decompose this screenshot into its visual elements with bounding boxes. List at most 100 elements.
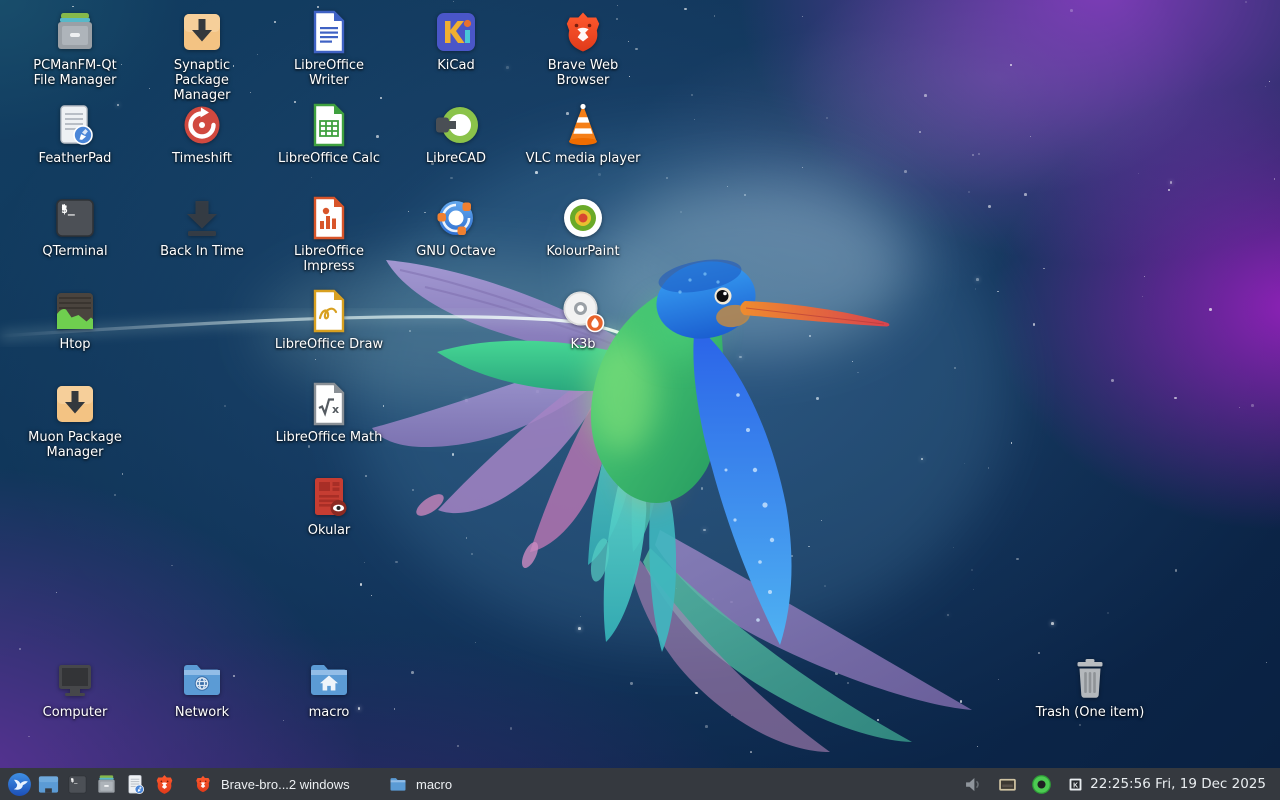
folder-home-icon — [305, 655, 353, 703]
icon-label: Okular — [308, 524, 351, 539]
brave-icon — [559, 8, 607, 56]
icon-label: Brave Web Browser — [548, 59, 618, 89]
icon-label: KolourPaint — [546, 245, 619, 260]
taskbar-window-brave-button[interactable]: Brave-bro...2 windows — [186, 769, 374, 799]
desktop-icon-gnu-octave[interactable]: GNU Octave — [392, 194, 520, 260]
tray-recorder-icon[interactable] — [1029, 772, 1053, 796]
icon-label: LibreCAD — [426, 152, 486, 167]
folder-plain-icon — [388, 774, 408, 794]
lubuntu-menu-icon — [7, 772, 32, 797]
desktop-icon-featherpad[interactable]: FeatherPad — [11, 101, 139, 167]
taskbar-launch-featherpad-button[interactable] — [121, 769, 150, 799]
desktop-icon-kicad[interactable]: KiCad — [392, 8, 520, 74]
icon-label: KiCad — [437, 59, 474, 74]
icon-label: FeatherPad — [39, 152, 112, 167]
featherpad-icon — [124, 773, 147, 796]
desktop-icon-libreoffice-writer[interactable]: LibreOffice Writer — [265, 8, 393, 89]
computer-icon — [51, 655, 99, 703]
tray-keyboard-indicator-icon[interactable] — [1063, 772, 1087, 796]
qterminal-icon — [51, 194, 99, 242]
icon-label: LibreOffice Math — [276, 431, 383, 446]
keyboard-k-icon — [1068, 777, 1083, 792]
icon-label: QTerminal — [42, 245, 107, 260]
taskbar-show-desktop-button[interactable] — [34, 769, 63, 799]
taskbar-application-menu-button[interactable] — [5, 769, 34, 799]
trash-icon — [1066, 655, 1114, 703]
brave-icon — [153, 773, 176, 796]
window-title: Brave-bro...2 windows — [221, 777, 350, 792]
taskbar-window-macro-button[interactable]: macro — [381, 769, 569, 799]
featherpad-icon — [51, 101, 99, 149]
icon-label: Trash (One item) — [1036, 706, 1145, 721]
icon-label: Htop — [59, 338, 90, 353]
tray-display-icon[interactable] — [995, 772, 1019, 796]
desktop-icon-libreoffice-impress[interactable]: LibreOffice Impress — [265, 194, 393, 275]
lomath-icon — [305, 380, 353, 428]
lodraw-icon — [305, 287, 353, 335]
desktop-icon-synaptic-package-manager[interactable]: Synaptic Package Manager — [138, 8, 266, 103]
desktop-icon-qterminal[interactable]: QTerminal — [11, 194, 139, 260]
icon-label: Timeshift — [172, 152, 232, 167]
lowriter-icon — [305, 8, 353, 56]
taskbar: Brave-bro...2 windows macro 22:25:56 Fri… — [0, 768, 1280, 800]
kicad-icon — [432, 8, 480, 56]
show-desktop-icon — [37, 773, 60, 796]
icon-label: VLC media player — [526, 152, 641, 167]
icon-label: Muon Package Manager — [28, 431, 122, 461]
icon-label: macro — [309, 706, 350, 721]
vlc-icon — [559, 101, 607, 149]
package-icon — [51, 380, 99, 428]
backintime-icon — [178, 194, 226, 242]
desktop-icon-macro-folder[interactable]: macro — [265, 655, 393, 721]
localc-icon — [305, 101, 353, 149]
okular-icon — [305, 473, 353, 521]
desktop-icon-htop[interactable]: Htop — [11, 287, 139, 353]
taskbar-launch-brave-button[interactable] — [150, 769, 179, 799]
qterminal-icon — [66, 773, 89, 796]
system-tray — [961, 772, 1087, 796]
timeshift-icon — [178, 101, 226, 149]
icon-label: LibreOffice Impress — [294, 245, 364, 275]
display-icon — [997, 774, 1018, 795]
desktop-icon-libreoffice-draw[interactable]: LibreOffice Draw — [265, 287, 393, 353]
desktop-icon-librecad[interactable]: LibreCAD — [392, 101, 520, 167]
pcmanfm-icon — [51, 8, 99, 56]
volume-muted-icon — [963, 774, 984, 795]
desktop-icon-k3b[interactable]: K3b — [519, 287, 647, 353]
desktop-icon-computer[interactable]: Computer — [11, 655, 139, 721]
kolourpaint-icon — [559, 194, 607, 242]
icon-label: GNU Octave — [416, 245, 496, 260]
window-title: macro — [416, 777, 452, 792]
librecad-icon — [432, 101, 480, 149]
taskbar-launch-file-manager-button[interactable] — [92, 769, 121, 799]
desktop-icon-back-in-time[interactable]: Back In Time — [138, 194, 266, 260]
taskbar-clock[interactable]: 22:25:56 Fri, 19 Dec 2025 — [1087, 776, 1275, 792]
desktop[interactable]: PCManFM-Qt File Manager Synaptic Package… — [0, 0, 1280, 768]
icon-label: K3b — [570, 338, 595, 353]
desktop-icon-kolourpaint[interactable]: KolourPaint — [519, 194, 647, 260]
desktop-icon-timeshift[interactable]: Timeshift — [138, 101, 266, 167]
htop-icon — [51, 287, 99, 335]
desktop-icon-trash[interactable]: Trash (One item) — [1026, 655, 1154, 721]
desktop-icon-okular[interactable]: Okular — [265, 473, 393, 539]
recorder-icon — [1031, 774, 1052, 795]
desktop-icon-network[interactable]: Network — [138, 655, 266, 721]
package-icon — [178, 8, 226, 56]
icon-label: Computer — [43, 706, 108, 721]
desktop-icon-vlc-media-player[interactable]: VLC media player — [519, 101, 647, 167]
pcmanfm-icon — [95, 773, 118, 796]
taskbar-launch-qterminal-button[interactable] — [63, 769, 92, 799]
tray-volume-icon[interactable] — [961, 772, 985, 796]
icon-label: PCManFM-Qt File Manager — [33, 59, 117, 89]
icon-label: Network — [175, 706, 229, 721]
icon-label: LibreOffice Calc — [278, 152, 380, 167]
icon-label: LibreOffice Draw — [275, 338, 383, 353]
desktop-icon-pcmanfm-file-manager[interactable]: PCManFM-Qt File Manager — [11, 8, 139, 89]
icon-label: LibreOffice Writer — [294, 59, 364, 89]
brave-icon — [193, 774, 213, 794]
desktop-icon-brave-web-browser[interactable]: Brave Web Browser — [519, 8, 647, 89]
loimpress-icon — [305, 194, 353, 242]
desktop-icon-libreoffice-math[interactable]: LibreOffice Math — [265, 380, 393, 446]
desktop-icon-muon-package-manager[interactable]: Muon Package Manager — [11, 380, 139, 461]
desktop-icon-libreoffice-calc[interactable]: LibreOffice Calc — [265, 101, 393, 167]
